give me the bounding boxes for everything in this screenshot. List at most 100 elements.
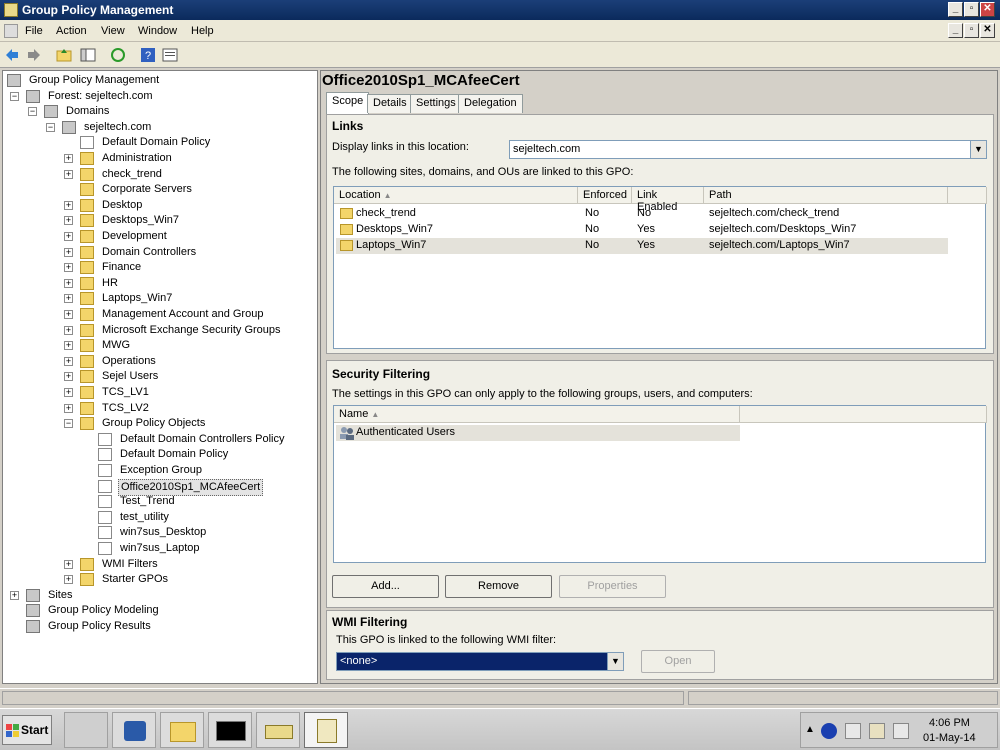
- tree-node-label: Operations: [102, 354, 156, 367]
- gpm-app-icon: [4, 3, 18, 17]
- expand-icon[interactable]: +: [64, 356, 73, 366]
- expand-icon[interactable]: +: [64, 278, 73, 288]
- menu-action[interactable]: Action: [56, 25, 87, 37]
- expand-icon[interactable]: +: [64, 341, 73, 351]
- expand-icon[interactable]: +: [64, 325, 73, 335]
- title-bar: Group Policy Management _ ▫ ✕: [0, 0, 1000, 20]
- tray-expand-icon[interactable]: ▲: [805, 724, 815, 735]
- tree-node-label: Group Policy Results: [48, 620, 151, 632]
- help-icon[interactable]: ?: [140, 47, 156, 63]
- command-prompt-icon[interactable]: [208, 712, 252, 748]
- expand-icon[interactable]: +: [64, 559, 73, 569]
- tree-node-label: Management Account and Group: [102, 308, 264, 320]
- network-icon[interactable]: [869, 723, 885, 739]
- expand-icon[interactable]: +: [64, 216, 73, 226]
- tree-node-label: Domains: [66, 105, 110, 118]
- display-links-combo[interactable]: sejeltech.com ▼: [509, 140, 987, 159]
- expand-icon[interactable]: +: [64, 154, 73, 163]
- volume-icon[interactable]: [893, 723, 909, 739]
- ou-folder-icon: [80, 245, 94, 259]
- open-button[interactable]: Open: [641, 650, 715, 673]
- column-location[interactable]: Location ▲: [334, 187, 578, 204]
- tab-settings[interactable]: Settings: [410, 94, 462, 113]
- expand-icon[interactable]: +: [64, 294, 73, 304]
- ou-folder-icon: [80, 308, 94, 321]
- minimize-button[interactable]: _: [948, 2, 963, 17]
- maximize-button[interactable]: ▫: [964, 2, 979, 17]
- column-link-enabled[interactable]: Link Enabled: [632, 187, 704, 213]
- tree-node-label: HR: [102, 276, 118, 289]
- tab-scope[interactable]: Scope: [326, 92, 370, 114]
- list-item[interactable]: Authenticated Users: [336, 425, 740, 441]
- collapse-icon[interactable]: −: [10, 91, 19, 101]
- action-center-icon[interactable]: [845, 723, 861, 739]
- tree-node-label: Group Policy Management: [29, 74, 160, 86]
- menu-window[interactable]: Window: [138, 25, 177, 37]
- expand-icon[interactable]: +: [64, 388, 73, 397]
- expand-icon[interactable]: +: [64, 403, 73, 413]
- tab-delegation[interactable]: Delegation: [458, 94, 523, 113]
- chevron-down-icon[interactable]: ▼: [970, 141, 986, 158]
- clock-time[interactable]: 4:06 PM: [929, 717, 970, 729]
- tree-node-label: win7sus_Desktop: [120, 526, 207, 539]
- ou-folder-icon: [80, 167, 94, 181]
- table-row[interactable]: Laptops_Win7 No Yes sejeltech.com/Laptop…: [336, 238, 948, 254]
- expand-icon[interactable]: +: [64, 169, 73, 179]
- server-manager-icon[interactable]: [64, 712, 108, 748]
- menu-view[interactable]: View: [101, 25, 125, 37]
- expand-icon[interactable]: +: [64, 232, 73, 241]
- tab-details[interactable]: Details: [367, 94, 413, 113]
- gpo-icon: [98, 479, 112, 493]
- column-enforced[interactable]: Enforced: [578, 187, 632, 204]
- close-button[interactable]: ✕: [980, 2, 995, 17]
- console-icon[interactable]: [4, 24, 18, 38]
- gpo-icon: [98, 464, 112, 477]
- collapse-icon[interactable]: −: [46, 122, 55, 132]
- show-hide-tree-icon[interactable]: [80, 47, 96, 63]
- expand-icon[interactable]: +: [64, 575, 73, 585]
- tree-node-label: Finance: [102, 261, 142, 274]
- wmi-filter-combo[interactable]: <none> ▼: [336, 652, 624, 671]
- child-close-button[interactable]: ✕: [980, 23, 995, 38]
- display-links-label: Display links in this location:: [332, 141, 469, 153]
- table-row[interactable]: check_trend No No sejeltech.com/check_tr…: [336, 206, 948, 222]
- tree-node-label: Default Domain Controllers Policy: [120, 432, 285, 445]
- column-name[interactable]: Name ▲: [334, 406, 740, 423]
- expand-icon[interactable]: +: [64, 247, 73, 257]
- expand-icon[interactable]: +: [10, 590, 19, 600]
- powershell-icon[interactable]: [112, 712, 156, 748]
- expand-icon[interactable]: +: [64, 200, 73, 210]
- tree-node-label: Default Domain Policy: [120, 448, 229, 461]
- menu-file[interactable]: File: [25, 25, 43, 37]
- tree-node-label: Office2010Sp1_MCAfeeCert: [118, 478, 264, 496]
- chevron-down-icon[interactable]: ▼: [607, 653, 623, 670]
- gpo-icon: [98, 510, 112, 524]
- expand-icon[interactable]: +: [64, 263, 73, 273]
- properties-button[interactable]: Properties: [559, 575, 666, 598]
- expand-icon[interactable]: +: [64, 372, 73, 382]
- clock-date[interactable]: 01-May-14: [923, 732, 976, 744]
- results-icon: [26, 620, 40, 633]
- forward-icon[interactable]: [26, 47, 42, 63]
- explorer-icon[interactable]: [160, 712, 204, 748]
- properties-icon[interactable]: [162, 47, 178, 63]
- svg-text:?: ?: [145, 50, 151, 62]
- gpm-taskbar-icon[interactable]: [304, 712, 348, 748]
- table-row[interactable]: Desktops_Win7 No Yes sejeltech.com/Deskt…: [336, 222, 948, 238]
- back-icon[interactable]: [4, 47, 20, 63]
- column-path[interactable]: Path: [704, 187, 948, 204]
- collapse-icon[interactable]: −: [64, 419, 73, 429]
- menu-help[interactable]: Help: [191, 25, 214, 37]
- start-button[interactable]: Start: [2, 715, 52, 745]
- remove-button[interactable]: Remove: [445, 575, 552, 598]
- active-directory-icon[interactable]: [256, 712, 300, 748]
- add-button[interactable]: Add...: [332, 575, 439, 598]
- mcafee-icon[interactable]: [821, 723, 837, 739]
- refresh-icon[interactable]: [110, 47, 126, 63]
- up-folder-icon[interactable]: [56, 47, 72, 63]
- collapse-icon[interactable]: −: [28, 107, 37, 117]
- tree-node-label: Exception Group: [120, 464, 202, 476]
- child-minimize-button[interactable]: _: [948, 23, 963, 38]
- expand-icon[interactable]: +: [64, 310, 73, 319]
- child-restore-button[interactable]: ▫: [964, 23, 979, 38]
